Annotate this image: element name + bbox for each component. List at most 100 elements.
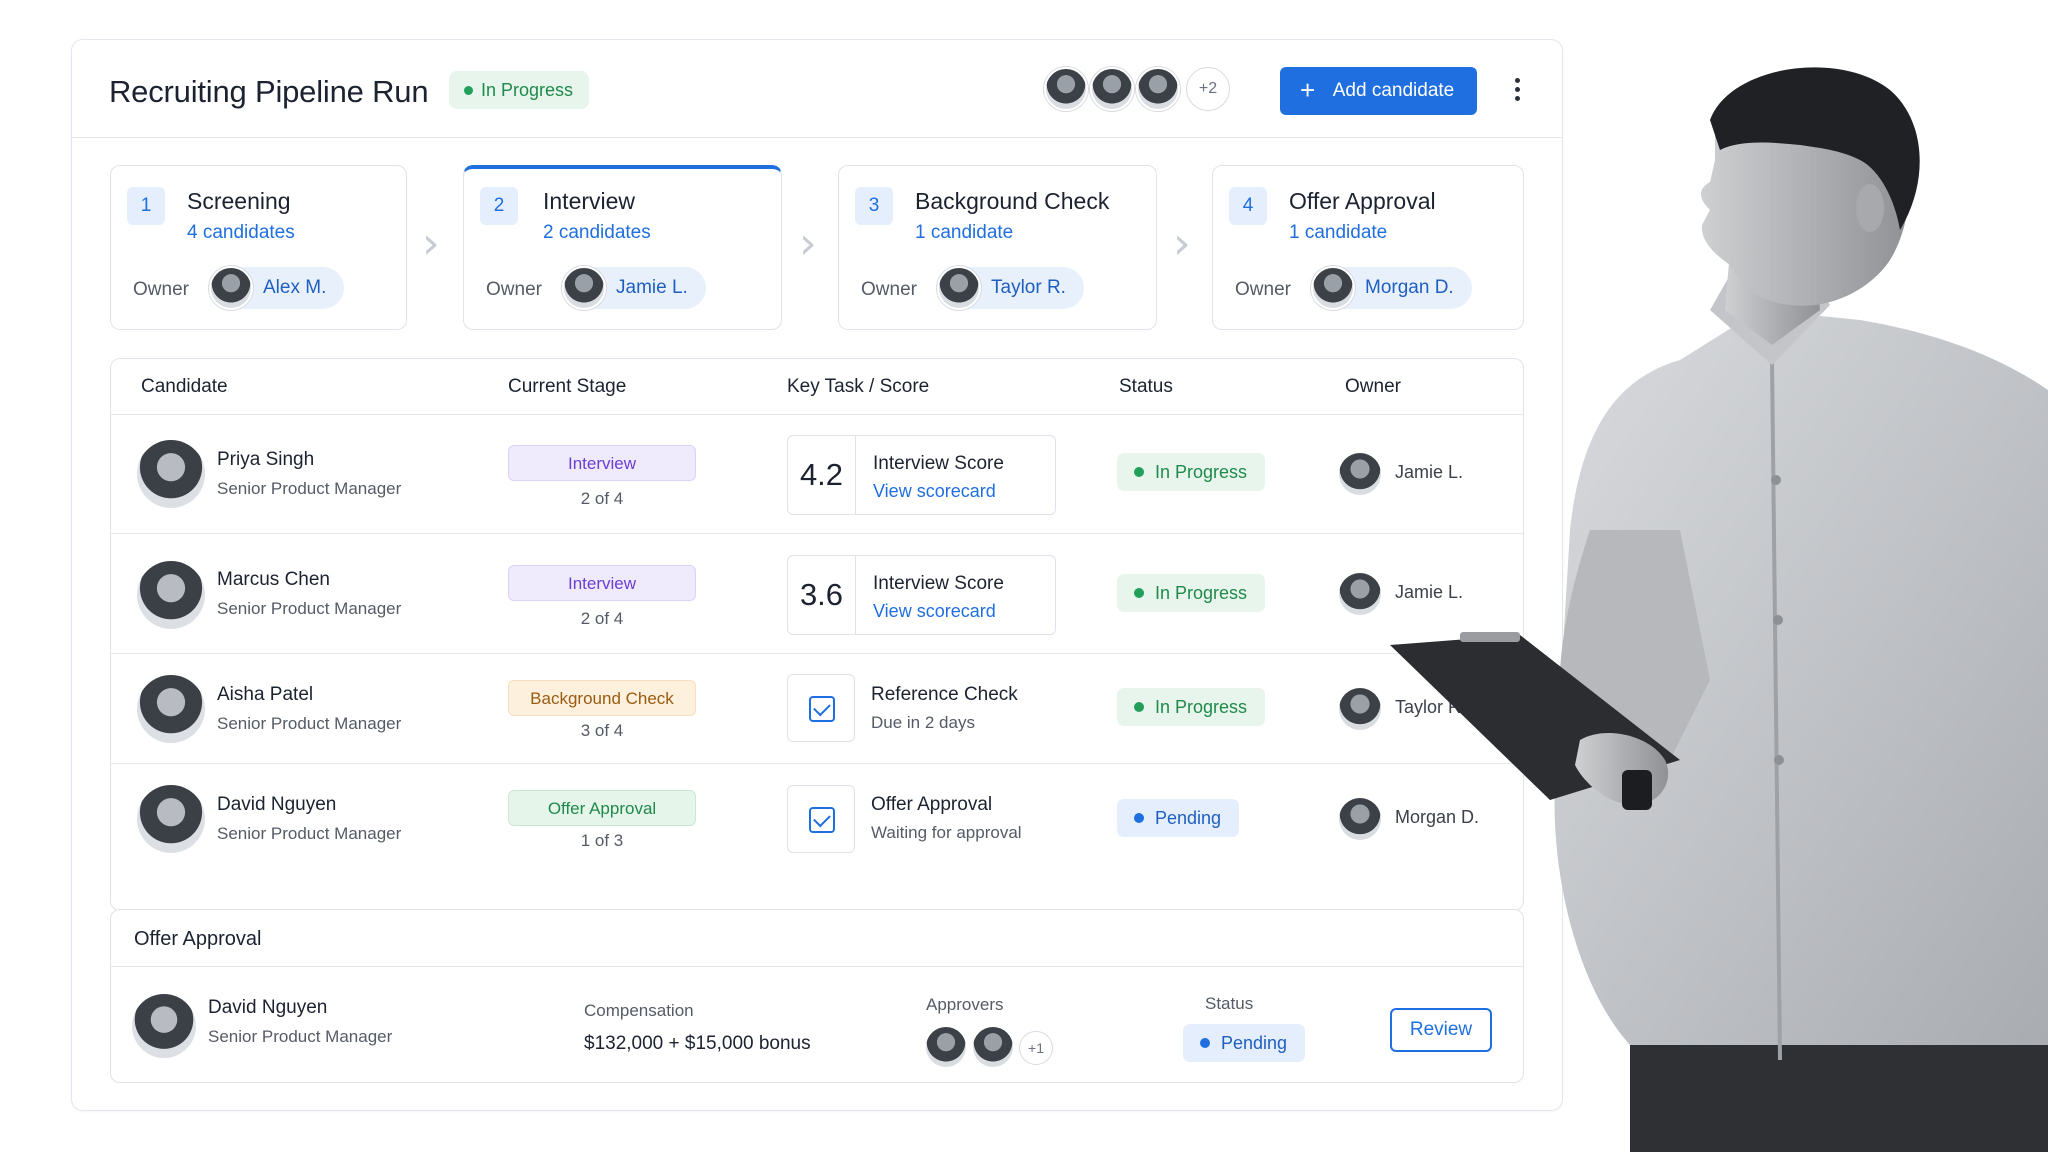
owner-label: Owner [861, 279, 917, 300]
status-badge: In Progress [1117, 688, 1266, 726]
table-row[interactable]: Priya Singh Senior Product Manager Inter… [111, 415, 1523, 534]
view-scorecard-link[interactable]: View scorecard [873, 481, 996, 502]
candidate-photo [137, 440, 205, 508]
stage-progress: 3 of 4 [580, 721, 624, 740]
owner-chip[interactable]: Alex M. [209, 266, 345, 310]
status-badge: In Progress [449, 71, 590, 109]
chevron-right-icon: › [1173, 218, 1191, 269]
task-title: Interview Score [873, 573, 1004, 594]
candidate-photo [137, 675, 205, 743]
table-row[interactable]: David Nguyen Senior Product Manager Offe… [111, 764, 1523, 910]
candidate-role: Senior Product Manager [217, 714, 402, 733]
stage-number: 4 [1229, 187, 1267, 225]
stage-card-background-check[interactable]: 3 Background Check 1 candidate Owner Tay… [838, 165, 1157, 330]
candidate-name[interactable]: Aisha Patel [217, 684, 313, 706]
view-scorecard-link[interactable]: View scorecard [873, 601, 996, 622]
avatar[interactable] [973, 1027, 1013, 1067]
stage-progress: 1 of 3 [580, 831, 624, 850]
checkbox-checked-icon [809, 807, 835, 833]
task-title: Reference Check [871, 684, 1018, 705]
status-badge: In Progress [1117, 574, 1266, 612]
candidate-name[interactable]: David Nguyen [208, 997, 327, 1019]
task-subtitle: Due in 2 days [871, 713, 975, 732]
candidate-name[interactable]: David Nguyen [217, 794, 336, 816]
candidate-photo [137, 785, 205, 853]
candidate-name[interactable]: Marcus Chen [217, 569, 330, 591]
stage-pill: Interview [508, 445, 696, 481]
more-avatars-badge[interactable]: +2 [1186, 67, 1230, 111]
avatar [209, 266, 253, 310]
avatar [937, 266, 981, 310]
task-title: Offer Approval [871, 794, 993, 815]
stage-name: Background Check [915, 188, 1110, 214]
card-header: Recruiting Pipeline Run In Progress +2 +… [72, 40, 1562, 138]
candidates-table: Candidate Current Stage Key Task / Score… [110, 358, 1524, 911]
owner-label: Owner [133, 279, 189, 300]
owner-name: Jamie L. [616, 277, 688, 298]
panel-header: Offer Approval [111, 910, 1523, 967]
stage-count-link[interactable]: 4 candidates [187, 222, 295, 244]
page-title: Recruiting Pipeline Run [109, 74, 429, 109]
score-box: 3.6 Interview Score View scorecard [787, 555, 1056, 635]
table-header: Candidate Current Stage Key Task / Score… [111, 359, 1523, 415]
stage-number: 1 [127, 187, 165, 225]
task-checkbox[interactable] [787, 785, 855, 853]
candidate-role: Senior Product Manager [217, 479, 402, 498]
column-header[interactable]: Key Task / Score [787, 376, 929, 398]
candidate-name[interactable]: Priya Singh [217, 449, 314, 471]
stage-progress: 2 of 4 [580, 489, 624, 508]
watch-icon [1622, 770, 1652, 810]
candidate-photo [132, 994, 196, 1058]
avatar [1339, 688, 1381, 730]
stage-card-screening[interactable]: 1 Screening 4 candidates Owner Alex M. [110, 165, 407, 330]
compensation-label: Compensation [584, 1001, 694, 1020]
chevron-right-icon: › [422, 218, 440, 269]
status-badge: Pending [1183, 1024, 1306, 1062]
stage-pill: Background Check [508, 680, 696, 716]
table-row[interactable]: Aisha Patel Senior Product Manager Backg… [111, 654, 1523, 764]
column-header[interactable]: Status [1119, 376, 1173, 398]
compensation-value: $132,000 + $15,000 bonus [584, 1033, 811, 1054]
stage-count-link[interactable]: 2 candidates [543, 222, 651, 244]
offer-approval-panel: Offer Approval David Nguyen Senior Produ… [110, 909, 1524, 1083]
checkbox-checked-icon [809, 696, 835, 722]
avatar [562, 266, 606, 310]
status-badge: In Progress [1117, 453, 1266, 491]
status-label: Status [1205, 994, 1254, 1013]
task-checkbox[interactable] [787, 674, 855, 742]
stage-count-link[interactable]: 1 candidate [1289, 222, 1387, 244]
owner-chip[interactable]: Jamie L. [562, 266, 706, 310]
avatar[interactable] [1136, 67, 1180, 111]
owner-label: Owner [1235, 279, 1291, 300]
avatar [1311, 266, 1355, 310]
more-approvers-badge[interactable]: +1 [1019, 1031, 1053, 1065]
avatar [1339, 573, 1381, 615]
candidate-photo [137, 561, 205, 629]
candidate-role: Senior Product Manager [208, 1027, 393, 1046]
stage-pill: Interview [508, 565, 696, 601]
avatar[interactable] [1044, 67, 1088, 111]
pipeline-card: Recruiting Pipeline Run In Progress +2 +… [71, 39, 1563, 1111]
owner-label: Owner [486, 279, 542, 300]
column-header[interactable]: Current Stage [508, 376, 626, 398]
table-row[interactable]: Marcus Chen Senior Product Manager Inter… [111, 534, 1523, 654]
owner-chip[interactable]: Taylor R. [937, 266, 1084, 310]
panel-title: Offer Approval [134, 928, 262, 950]
plus-icon: + [1300, 75, 1316, 105]
stage-card-interview[interactable]: 2 Interview 2 candidates Owner Jamie L. [463, 165, 782, 330]
stage-name: Interview [543, 188, 636, 214]
avatar[interactable] [926, 1027, 966, 1067]
candidate-role: Senior Product Manager [217, 599, 402, 618]
stage-count-link[interactable]: 1 candidate [915, 222, 1013, 244]
owner-name: Taylor R. [991, 277, 1066, 298]
stage-number: 2 [480, 187, 518, 225]
column-header[interactable]: Candidate [141, 376, 228, 398]
avatar [1339, 798, 1381, 840]
owner-name: Alex M. [263, 277, 327, 298]
stage-name: Screening [187, 188, 291, 214]
status-badge: Pending [1117, 799, 1240, 837]
task-subtitle: Waiting for approval [871, 823, 1022, 842]
stage-number: 3 [855, 187, 893, 225]
candidate-role: Senior Product Manager [217, 824, 402, 843]
avatar[interactable] [1090, 67, 1134, 111]
